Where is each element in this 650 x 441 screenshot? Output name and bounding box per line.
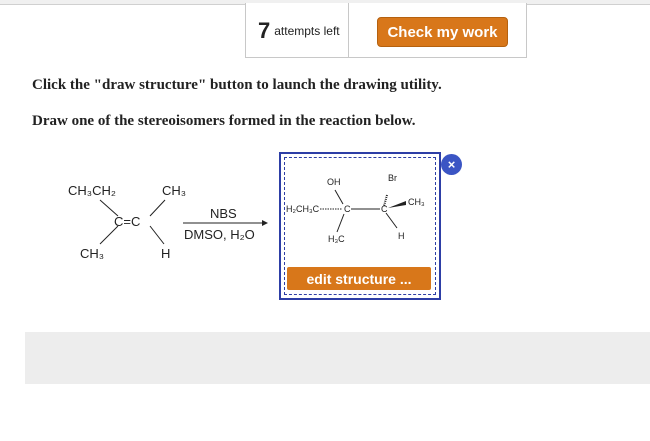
reactant-ethyl-group: CH₃CH₂: [68, 183, 116, 198]
attempts-count: 7: [258, 18, 271, 43]
close-icon[interactable]: ×: [441, 154, 462, 175]
panel-divider: [348, 3, 349, 57]
answer-br: Br: [388, 173, 397, 183]
answer-hydrogen: H: [398, 231, 405, 241]
attempts-left: 7 attempts left: [258, 18, 340, 44]
answer-ethyl: H₂CH₃C: [286, 204, 320, 214]
reactant-methyl-bottom: CH₃: [80, 246, 105, 261]
answer-oh: OH: [327, 177, 341, 187]
reagent-nbs: NBS: [210, 206, 237, 221]
answer-methyl-bottom: H₃C: [328, 234, 345, 244]
edit-structure-button[interactable]: edit structure ...: [287, 267, 431, 290]
solvent-label: DMSO, H₂O: [184, 227, 255, 242]
check-my-work-button[interactable]: Check my work: [377, 17, 508, 47]
reactant-hydrogen: H: [161, 246, 171, 261]
answer-methyl-right: CH₃: [408, 197, 425, 207]
instruction-draw-structure: Click the "draw structure" button to lau…: [32, 77, 442, 93]
feedback-panel: [25, 332, 650, 384]
answer-carbon-left: C: [344, 204, 351, 214]
instruction-draw-stereoisomer: Draw one of the stereoisomers formed in …: [32, 113, 416, 129]
attempt-panel: 7 attempts left Check my work: [245, 3, 527, 58]
answer-carbon-right: C: [381, 204, 388, 214]
reactant-double-bond: C=C: [114, 214, 141, 229]
reactant-methyl-top: CH₃: [162, 183, 187, 198]
attempts-label: attempts left: [274, 24, 340, 38]
